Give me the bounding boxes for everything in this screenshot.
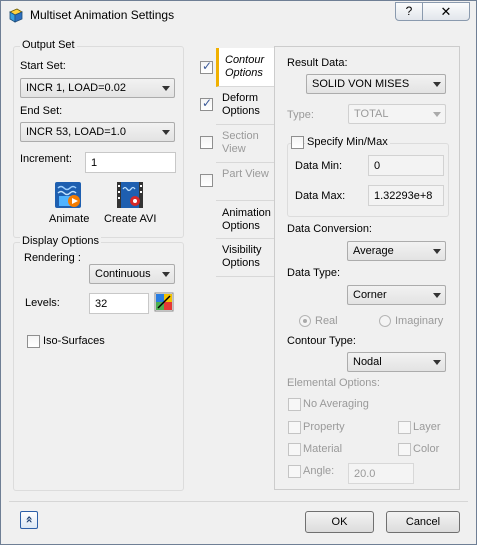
tab-section-view[interactable]: Section View	[216, 125, 275, 163]
end-set-dropdown[interactable]: INCR 53, LOAD=1.0	[20, 122, 175, 142]
start-set-dropdown[interactable]: INCR 1, LOAD=0.02	[20, 78, 175, 98]
specify-min-max-label: Specify Min/Max	[305, 136, 390, 148]
data-min-field[interactable]: 0	[368, 155, 444, 176]
data-min-value: 0	[374, 160, 381, 172]
output-set-label: Output Set	[20, 39, 77, 51]
tab-contour-options[interactable]: Contour Options	[216, 48, 275, 87]
animate-button[interactable]	[53, 180, 83, 210]
animate-label: Animate	[49, 213, 90, 225]
end-set-label: End Set:	[20, 105, 63, 117]
data-type-label: Data Type:	[287, 267, 340, 279]
tab-deform-options[interactable]: Deform Options	[216, 87, 275, 125]
specify-min-max-checkbox[interactable]	[291, 136, 304, 149]
type-dropdown[interactable]: TOTAL	[348, 104, 446, 124]
result-data-value: SOLID VON MISES	[312, 78, 410, 90]
rendering-value: Continuous	[95, 268, 151, 280]
section-view-checkbox[interactable]	[200, 136, 213, 149]
app-icon	[9, 8, 23, 23]
contour-options-checkbox[interactable]	[200, 59, 213, 74]
chevron-down-icon	[162, 272, 170, 277]
material-checkbox[interactable]	[288, 443, 301, 456]
no-averaging-label: No Averaging	[303, 398, 369, 410]
angle-label: Angle:	[303, 465, 335, 477]
iso-surfaces-label: Iso-Surfaces	[43, 335, 105, 347]
layer-checkbox[interactable]	[398, 421, 411, 434]
multiset-animation-dialog: Multiset Animation Settings ? ✕ Output S…	[0, 0, 477, 545]
color-scale-icon	[154, 292, 174, 312]
property-label: Property	[303, 421, 345, 433]
data-max-field[interactable]: 1.32293e+8	[368, 185, 444, 206]
levels-label: Levels:	[25, 297, 60, 309]
chevron-down-icon	[162, 86, 170, 91]
layer-label: Layer	[413, 421, 441, 433]
data-type-dropdown[interactable]: Corner	[347, 285, 446, 305]
increment-field[interactable]: 1	[85, 152, 176, 173]
double-chevron-up-icon: «	[22, 515, 37, 524]
data-conversion-value: Average	[353, 245, 394, 257]
property-checkbox[interactable]	[288, 421, 301, 434]
contour-type-dropdown[interactable]: Nodal	[347, 352, 446, 372]
angle-value: 20.0	[354, 468, 376, 480]
no-averaging-checkbox[interactable]	[288, 398, 301, 411]
color-checkbox[interactable]	[398, 443, 411, 456]
elemental-options-label: Elemental Options:	[287, 377, 380, 389]
start-set-value: INCR 1, LOAD=0.02	[26, 82, 126, 94]
data-min-label: Data Min:	[295, 160, 343, 172]
rendering-label: Rendering :	[24, 252, 81, 264]
tab-part-view[interactable]: Part View	[216, 163, 275, 201]
material-label: Material	[303, 443, 343, 455]
increment-label: Increment:	[20, 153, 72, 165]
data-type-value: Corner	[353, 289, 387, 301]
create-avi-button[interactable]	[115, 180, 145, 210]
cancel-button[interactable]: Cancel	[386, 511, 460, 533]
rendering-dropdown[interactable]: Continuous	[89, 264, 175, 284]
tab-visibility-options[interactable]: Visibility Options	[216, 239, 275, 277]
start-set-label: Start Set:	[20, 60, 66, 72]
data-conversion-dropdown[interactable]: Average	[347, 241, 446, 261]
imaginary-radio[interactable]	[379, 315, 391, 327]
end-set-value: INCR 53, LOAD=1.0	[26, 126, 126, 138]
imaginary-label: Imaginary	[395, 315, 444, 327]
data-conversion-label: Data Conversion:	[287, 223, 372, 235]
chevron-down-icon	[433, 293, 441, 298]
real-label: Real	[315, 315, 338, 327]
ok-button[interactable]: OK	[305, 511, 374, 533]
film-record-icon	[117, 182, 143, 208]
levels-value: 32	[95, 298, 108, 310]
chevron-down-icon	[433, 249, 441, 254]
footer-divider	[9, 501, 468, 502]
data-max-value: 1.32293e+8	[374, 190, 433, 202]
iso-surfaces-checkbox[interactable]	[27, 335, 40, 348]
color-scale-button[interactable]	[154, 292, 174, 312]
title-bar: Multiset Animation Settings ? ✕	[1, 1, 476, 29]
angle-field[interactable]: 20.0	[348, 463, 414, 484]
part-view-checkbox[interactable]	[200, 174, 213, 187]
chevron-down-icon	[433, 82, 441, 87]
data-max-label: Data Max:	[295, 190, 346, 202]
type-value: TOTAL	[354, 108, 389, 120]
animate-icon	[55, 182, 81, 208]
type-label: Type:	[287, 109, 314, 121]
close-button[interactable]: ✕	[422, 2, 470, 21]
angle-checkbox[interactable]	[288, 465, 301, 478]
tab-animation-options[interactable]: Animation Options	[216, 201, 275, 239]
chevron-down-icon	[433, 360, 441, 365]
collapse-button[interactable]: «	[20, 511, 38, 529]
contour-type-value: Nodal	[353, 356, 382, 368]
window-title: Multiset Animation Settings	[30, 8, 175, 22]
color-label: Color	[413, 443, 440, 455]
create-avi-label: Create AVI	[104, 213, 157, 225]
real-radio[interactable]	[299, 315, 311, 327]
chevron-down-icon	[162, 130, 170, 135]
help-button[interactable]: ?	[395, 2, 423, 21]
result-data-dropdown[interactable]: SOLID VON MISES	[306, 74, 446, 94]
output-set-group	[13, 46, 184, 238]
display-options-label: Display Options	[20, 235, 102, 247]
result-data-label: Result Data:	[287, 57, 348, 69]
chevron-down-icon	[433, 112, 441, 117]
deform-options-checkbox[interactable]	[200, 96, 213, 111]
levels-field[interactable]: 32	[89, 293, 149, 314]
increment-value: 1	[91, 157, 98, 169]
contour-type-label: Contour Type:	[287, 335, 356, 347]
